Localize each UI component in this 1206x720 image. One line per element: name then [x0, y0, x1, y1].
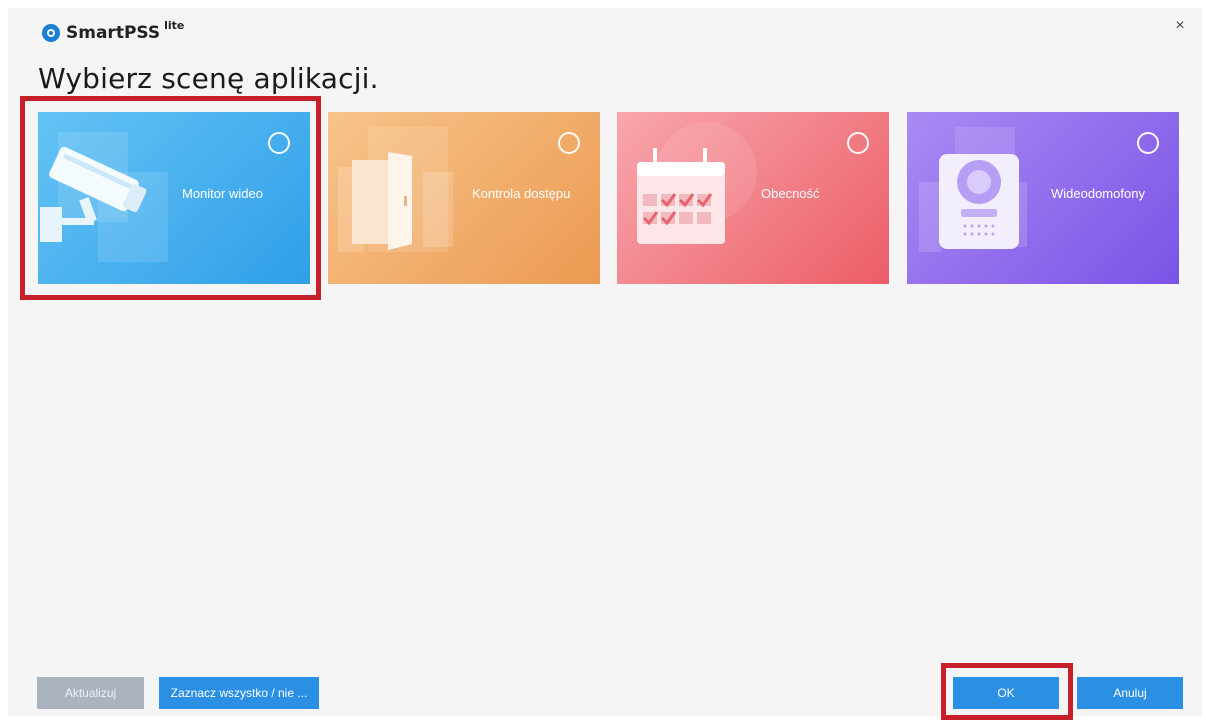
highlight-box-ok — [941, 663, 1073, 720]
update-button[interactable]: Aktualizuj — [37, 677, 144, 709]
scene-label: Obecność — [761, 186, 820, 201]
select-all-button[interactable]: Zaznacz wszystko / nie ... — [159, 677, 319, 709]
smartpss-logo-icon — [42, 24, 60, 42]
scene-label: Kontrola dostępu — [472, 186, 571, 201]
brand: SmartPSS lite — [42, 19, 185, 44]
intercom-icon — [919, 127, 1027, 252]
scene-radio[interactable] — [1137, 132, 1159, 154]
calendar-icon — [637, 122, 757, 244]
page-title: Wybierz scenę aplikacji. — [38, 62, 379, 95]
scene-card-attendance[interactable]: Obecność — [617, 112, 889, 284]
brand-suffix: lite — [164, 19, 185, 32]
scene-radio[interactable] — [847, 132, 869, 154]
highlight-box-monitor — [20, 96, 321, 300]
cancel-button[interactable]: Anuluj — [1077, 677, 1183, 709]
scene-radio[interactable] — [558, 132, 580, 154]
scene-card-video-intercom[interactable]: Wideodomofony — [907, 112, 1179, 284]
brand-name: SmartPSS — [66, 23, 161, 43]
scene-card-access-control[interactable]: Kontrola dostępu — [328, 112, 600, 284]
door-icon — [338, 127, 453, 252]
close-icon[interactable]: × — [1172, 18, 1188, 34]
scene-label: Wideodomofony — [1051, 186, 1145, 201]
